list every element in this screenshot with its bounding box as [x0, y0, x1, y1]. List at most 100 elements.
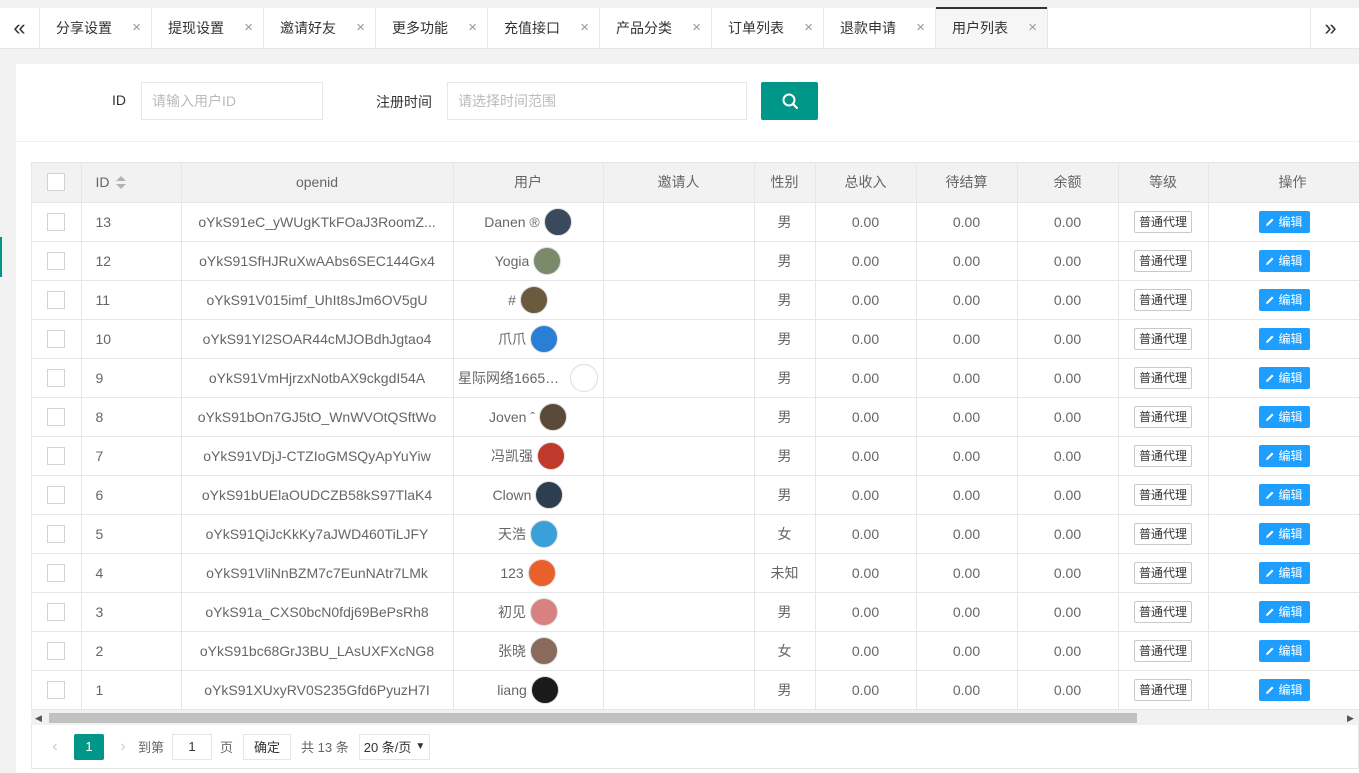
goto-confirm-button[interactable]: 确定 — [243, 733, 292, 760]
row-checkbox[interactable] — [47, 446, 66, 465]
tab-item[interactable]: 更多功能 × — [376, 8, 488, 48]
close-icon[interactable]: × — [1028, 20, 1037, 36]
edit-button[interactable]: 编辑 — [1258, 444, 1310, 467]
tabs-scroll-right-button[interactable]: » — [1310, 8, 1350, 48]
scrollbar-thumb[interactable] — [49, 713, 1137, 723]
tab-item[interactable]: 退款申请 × — [824, 8, 936, 48]
pencil-icon — [1266, 686, 1274, 694]
cell-inviter — [603, 670, 755, 710]
edit-button[interactable]: 编辑 — [1258, 561, 1310, 584]
select-all-checkbox[interactable] — [47, 173, 66, 192]
tab-item[interactable]: 提现设置 × — [152, 8, 264, 48]
avatar — [530, 675, 559, 704]
prev-page-button[interactable]: ‹ — [44, 738, 66, 756]
row-checkbox[interactable] — [47, 524, 66, 543]
row-checkbox[interactable] — [47, 290, 66, 309]
column-header-balance: 余额 — [1017, 163, 1119, 203]
edit-button[interactable]: 编辑 — [1258, 210, 1310, 233]
close-icon[interactable]: × — [132, 20, 141, 36]
pencil-icon — [1266, 257, 1274, 265]
row-checkbox[interactable] — [47, 329, 66, 348]
avatar — [533, 246, 562, 275]
table-body: 13 oYkS91eC_yWUgKTkFOaJ3RoomZ... Danen ® 男 0… — [32, 202, 1359, 710]
close-icon[interactable]: × — [468, 20, 477, 36]
tabs-scroll-left-button[interactable]: « — [0, 8, 40, 48]
row-checkbox[interactable] — [47, 368, 66, 387]
goto-page-input[interactable] — [172, 733, 213, 760]
search-button[interactable] — [761, 82, 818, 120]
tab-item[interactable]: 用户列表 × — [936, 7, 1048, 48]
edit-button[interactable]: 编辑 — [1258, 678, 1310, 701]
cell-balance: 0.00 — [1017, 436, 1119, 476]
cell-level: 普通代理 — [1118, 358, 1209, 398]
row-checkbox[interactable] — [47, 407, 66, 426]
row-checkbox[interactable] — [47, 212, 66, 231]
cell-inviter — [603, 475, 755, 515]
pencil-icon — [1266, 335, 1274, 343]
cell-gender: 男 — [754, 397, 816, 437]
cell-pending: 0.00 — [916, 241, 1018, 281]
close-icon[interactable]: × — [356, 20, 365, 36]
close-icon[interactable]: × — [580, 20, 589, 36]
page-size-select[interactable]: 20 条/页 ▼ — [358, 733, 431, 760]
cell-total-income: 0.00 — [815, 670, 917, 710]
edit-button[interactable]: 编辑 — [1258, 639, 1310, 662]
edit-button[interactable]: 编辑 — [1258, 405, 1310, 428]
edit-button[interactable]: 编辑 — [1258, 327, 1310, 350]
close-icon[interactable]: × — [244, 20, 253, 36]
avatar — [543, 207, 572, 236]
column-header-openid: openid — [181, 163, 454, 203]
edit-label: 编辑 — [1278, 293, 1303, 307]
cell-pending: 0.00 — [916, 397, 1018, 437]
sort-icon[interactable] — [115, 176, 126, 190]
goto-label: 到第 — [138, 740, 165, 755]
user-name: Clown — [492, 486, 532, 503]
page-number-current[interactable]: 1 — [74, 733, 104, 760]
next-page-button[interactable]: › — [112, 738, 134, 756]
user-id-input[interactable] — [141, 82, 323, 120]
cell-gender: 男 — [754, 358, 816, 398]
row-checkbox[interactable] — [47, 563, 66, 582]
row-checkbox[interactable] — [47, 602, 66, 621]
tab-item[interactable]: 充值接口 × — [488, 8, 600, 48]
tab-item[interactable]: 分享设置 × — [40, 8, 152, 48]
edit-button[interactable]: 编辑 — [1258, 522, 1310, 545]
cell-pending: 0.00 — [916, 553, 1018, 593]
tab-item[interactable]: 订单列表 × — [712, 8, 824, 48]
edit-button[interactable]: 编辑 — [1258, 288, 1310, 311]
cell-total-income: 0.00 — [815, 436, 917, 476]
level-badge: 普通代理 — [1133, 561, 1192, 584]
cell-action: 编辑 — [1208, 397, 1359, 437]
close-icon[interactable]: × — [916, 20, 925, 36]
pencil-icon — [1266, 569, 1274, 577]
column-header-pending: 待结算 — [916, 163, 1018, 203]
row-select-cell — [32, 397, 82, 437]
edit-button[interactable]: 编辑 — [1258, 249, 1310, 272]
cell-user: 张晓 — [453, 631, 604, 671]
edit-button[interactable]: 编辑 — [1258, 366, 1310, 389]
edit-label: 编辑 — [1278, 566, 1303, 580]
cell-balance: 0.00 — [1017, 475, 1119, 515]
close-icon[interactable]: × — [692, 20, 701, 36]
cell-user: liang — [453, 670, 604, 710]
avatar — [530, 519, 558, 548]
scroll-right-arrow-icon[interactable]: ▶ — [1347, 713, 1354, 724]
tab-item[interactable]: 邀请好友 × — [264, 8, 376, 48]
row-checkbox[interactable] — [47, 680, 66, 699]
cell-balance: 0.00 — [1017, 553, 1119, 593]
close-icon[interactable]: × — [804, 20, 813, 36]
edit-button[interactable]: 编辑 — [1258, 600, 1310, 623]
cell-inviter — [603, 202, 755, 242]
horizontal-scrollbar[interactable]: ◀ ▶ — [31, 709, 1359, 725]
row-checkbox[interactable] — [47, 641, 66, 660]
cell-id: 10 — [81, 319, 182, 359]
register-time-range-input[interactable] — [447, 82, 747, 120]
cell-pending: 0.00 — [916, 514, 1018, 554]
edit-button[interactable]: 编辑 — [1258, 483, 1310, 506]
scroll-left-arrow-icon[interactable]: ◀ — [35, 713, 42, 724]
table-row: 5 oYkS91QiJcKkKy7aJWD460TiLJFY 天浩女 0.00 0.00… — [32, 514, 1359, 554]
row-checkbox[interactable] — [47, 251, 66, 270]
tab-item[interactable]: 产品分类 × — [600, 8, 712, 48]
row-checkbox[interactable] — [47, 485, 66, 504]
column-header-id[interactable]: ID — [81, 163, 182, 203]
